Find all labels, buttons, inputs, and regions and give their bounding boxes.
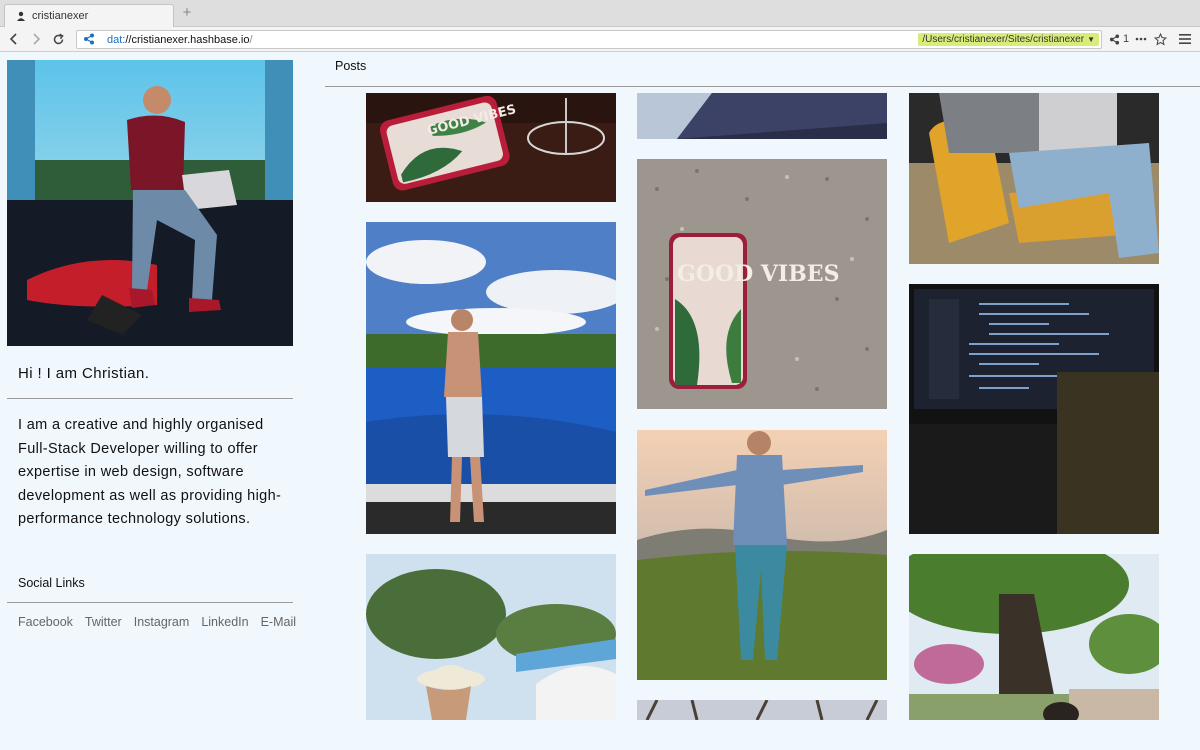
post-thumbnail-tree[interactable] [909,554,1159,720]
person-icon [15,10,27,22]
back-icon[interactable] [6,31,22,47]
facebook-link[interactable]: Facebook [18,615,73,629]
browser-toolbar: dat://cristianexer.hashbase.io / /Users/c… [0,27,1200,52]
twitter-link[interactable]: Twitter [85,615,122,629]
social-links: Facebook Twitter Instagram LinkedIn E-Ma… [18,615,296,629]
more-options-icon[interactable] [1135,31,1147,47]
local-path-text: /Users/cristianexer/Sites/cristianexer [922,34,1085,45]
posts-tab[interactable]: Posts [335,59,366,73]
post-thumbnail-laptop-edge[interactable] [637,93,887,139]
local-path-badge[interactable]: /Users/cristianexer/Sites/cristianexer ▼ [918,33,1099,46]
instagram-link[interactable]: Instagram [134,615,190,629]
reload-icon[interactable] [50,31,66,47]
share-peers-button[interactable]: 1 [1109,31,1129,47]
share-network-icon[interactable] [83,33,97,47]
peer-count: 1 [1123,33,1130,45]
profile-photo [7,60,293,346]
post-thumbnail-chair-laptop[interactable] [909,93,1159,264]
post-thumbnail-code-screen[interactable] [909,284,1159,534]
menu-icon[interactable] [1179,31,1191,47]
post-thumbnail-phone-gravel[interactable]: GOOD VIBES [637,159,887,409]
social-links-title: Social Links [18,576,85,590]
address-bar[interactable]: dat://cristianexer.hashbase.io / /Users/c… [76,30,1102,49]
tile-caption: GOOD VIBES [677,261,839,287]
tab-bar: cristianexer + [0,0,1200,27]
email-link[interactable]: E-Mail [261,615,296,629]
post-thumbnail-hat[interactable] [366,554,616,720]
tab-title: cristianexer [32,10,89,22]
greeting-divider [7,398,293,399]
url-protocol: dat: [107,33,126,46]
linkedin-link[interactable]: LinkedIn [201,615,248,629]
browser-tab[interactable]: cristianexer [4,4,174,27]
bio-text: I am a creative and highly organised Ful… [18,417,282,528]
bookmark-star-icon[interactable] [1154,31,1167,47]
forward-icon[interactable] [28,31,44,47]
social-divider [7,602,293,603]
greeting-text: Hi ! I am Christian. [18,365,150,382]
chevron-down-icon: ▼ [1087,35,1095,44]
share-icon [1109,33,1120,45]
post-thumbnail-phone-case[interactable]: GOOD VIBES [366,93,616,202]
post-thumbnail-pool[interactable] [366,222,616,534]
new-tab-button[interactable]: + [180,5,194,21]
url-host: //cristianexer.hashbase.io [125,33,250,46]
post-thumbnail-open-arms[interactable] [637,430,887,680]
post-thumbnail-sky[interactable] [637,700,887,720]
url-slash: / [249,33,253,46]
posts-divider [325,86,1200,87]
